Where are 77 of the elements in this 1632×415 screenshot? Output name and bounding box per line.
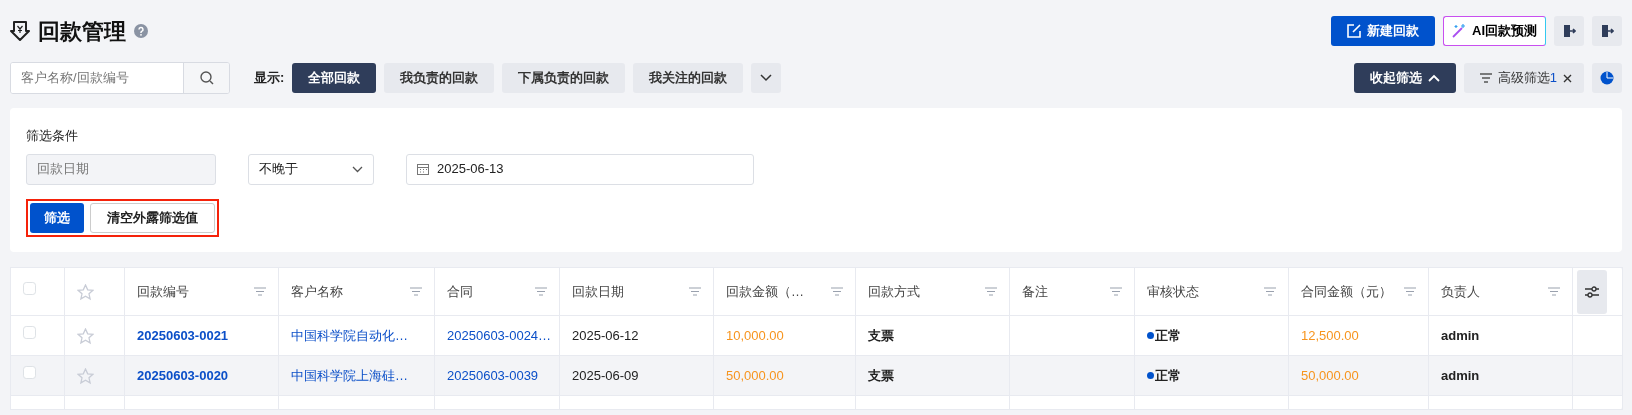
filter-icon[interactable] xyxy=(1548,287,1560,296)
filter-icon[interactable] xyxy=(1404,287,1416,296)
amount-text: 10,000.00 xyxy=(726,327,784,343)
clear-filter-button[interactable]: 清空外露筛选值 xyxy=(90,202,215,233)
status-text: 正常 xyxy=(1147,366,1181,386)
help-icon xyxy=(134,24,148,38)
search-field[interactable]: 客户名称/回款编号 xyxy=(10,62,230,94)
column-header[interactable]: 备注 xyxy=(1022,281,1048,302)
filter-count: 1 xyxy=(1549,69,1557,88)
column-header[interactable]: 审核状态 xyxy=(1147,281,1199,302)
search-button[interactable] xyxy=(183,63,229,93)
amount-text: 50,000.00 xyxy=(726,367,784,383)
amount-text: 50,000.00 xyxy=(1301,367,1359,383)
date-value: 2025-06-13 xyxy=(437,160,504,179)
edit-icon xyxy=(1347,24,1361,38)
column-header[interactable]: 回款编号 xyxy=(137,281,189,302)
exit-icon xyxy=(1562,24,1576,38)
view-tab[interactable]: 下属负责的回款 xyxy=(502,63,626,93)
filter-icon[interactable] xyxy=(535,287,547,296)
chart-button[interactable] xyxy=(1592,63,1622,93)
filter-icon[interactable] xyxy=(689,287,701,296)
advanced-filter-button[interactable]: 高级筛选1 xyxy=(1463,63,1584,93)
status-text: 正常 xyxy=(1147,326,1181,346)
new-button[interactable]: 新建回款 xyxy=(1331,16,1435,46)
filter-icon[interactable] xyxy=(831,287,843,296)
filter-panel-title: 筛选条件 xyxy=(26,127,79,145)
calendar-icon xyxy=(417,163,429,175)
column-header[interactable]: 回款方式 xyxy=(868,281,920,302)
pie-chart-icon xyxy=(1600,71,1614,85)
close-icon[interactable] xyxy=(1563,73,1572,83)
exit-icon xyxy=(1600,24,1614,38)
table-cell: 2025-06-12 xyxy=(572,327,639,343)
magic-wand-icon xyxy=(1452,24,1466,38)
chevron-down-icon xyxy=(760,74,773,82)
table-cell: 支票 xyxy=(868,327,894,343)
column-header[interactable]: 合同 xyxy=(447,281,473,302)
operator-value: 不晚于 xyxy=(259,160,298,179)
exit-button[interactable] xyxy=(1592,16,1622,46)
filter-icon[interactable] xyxy=(1110,287,1122,296)
page-title: 回款管理 xyxy=(38,17,126,46)
column-header[interactable]: 负责人 xyxy=(1441,281,1480,302)
exit-button[interactable] xyxy=(1554,16,1584,46)
column-header[interactable]: 回款日期 xyxy=(572,281,624,302)
view-tab[interactable]: 我负责的回款 xyxy=(384,63,495,93)
collapse-filter-button[interactable]: 收起筛选 xyxy=(1353,63,1456,93)
filter-icon[interactable] xyxy=(254,287,266,296)
filter-icon[interactable] xyxy=(410,287,422,296)
table-cell: admin xyxy=(1441,327,1480,343)
chevron-down-icon xyxy=(352,165,363,173)
search-icon xyxy=(199,71,214,85)
view-tab[interactable]: 我关注的回款 xyxy=(633,63,744,93)
column-header[interactable]: 客户名称 xyxy=(291,281,343,302)
table-cell: admin xyxy=(1441,367,1480,383)
view-tab[interactable]: 全部回款 xyxy=(292,63,377,93)
star-icon[interactable] xyxy=(77,327,94,345)
display-label: 显示: xyxy=(254,69,285,88)
filter-icon xyxy=(1479,73,1492,83)
sliders-icon xyxy=(1585,285,1599,298)
more-button[interactable] xyxy=(751,63,782,93)
amount-text: 12,500.00 xyxy=(1301,327,1359,343)
star-icon[interactable] xyxy=(77,283,94,301)
ai-forecast-button[interactable]: AI回款预测 xyxy=(1443,16,1546,46)
row-checkbox[interactable] xyxy=(23,325,36,339)
apply-filter-button[interactable]: 筛选 xyxy=(30,202,84,233)
table-cell: 2025-06-09 xyxy=(572,367,639,383)
operator-select[interactable]: 不晚于 xyxy=(248,153,374,185)
money-down-icon xyxy=(10,20,30,42)
row-checkbox[interactable] xyxy=(23,365,36,379)
filter-icon[interactable] xyxy=(1264,287,1276,296)
field-select: 回款日期 xyxy=(26,153,216,185)
star-icon[interactable] xyxy=(77,367,94,385)
date-field[interactable]: 2025-06-13 xyxy=(406,153,754,185)
chevron-up-icon xyxy=(1427,74,1440,82)
select-all-checkbox[interactable] xyxy=(23,281,36,295)
table-cell: 支票 xyxy=(868,367,894,383)
column-settings-button[interactable] xyxy=(1577,269,1607,314)
filter-icon[interactable] xyxy=(985,287,997,296)
